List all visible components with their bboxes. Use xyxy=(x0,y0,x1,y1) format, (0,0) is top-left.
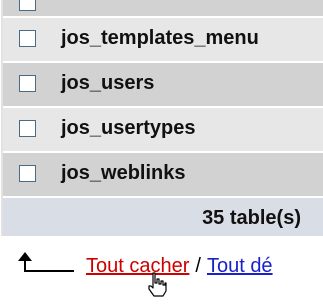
table-row-partial: jos_templates_p xyxy=(3,0,323,18)
show-all-link[interactable]: Tout dé xyxy=(207,255,273,277)
table-checkbox[interactable] xyxy=(19,120,36,137)
table-row: jos_users xyxy=(3,63,323,108)
table-checkbox[interactable] xyxy=(19,30,36,47)
link-separator: / xyxy=(195,255,201,277)
table-row: jos_weblinks xyxy=(3,153,323,198)
hide-all-link[interactable]: Tout cacher xyxy=(86,255,189,277)
table-checkbox[interactable] xyxy=(19,165,36,182)
table-list-panel: jos_templates_p jos_templates_menu jos_u… xyxy=(0,0,323,305)
table-row: jos_usertypes xyxy=(3,108,323,153)
table-checkbox[interactable] xyxy=(19,0,36,11)
table-checkbox[interactable] xyxy=(19,75,36,92)
table-row: jos_templates_menu xyxy=(3,18,323,63)
table-name: jos_templates_p xyxy=(61,0,218,1)
table-name: jos_templates_menu xyxy=(61,27,259,49)
tables-table: jos_templates_p jos_templates_menu jos_u… xyxy=(3,0,323,239)
table-count: 35 table(s) xyxy=(202,207,301,229)
table-name: jos_usertypes xyxy=(61,117,196,139)
bulk-actions: Tout cacher / Tout dé xyxy=(0,236,323,305)
table-name: jos_weblinks xyxy=(61,162,186,184)
table-name: jos_users xyxy=(61,72,155,94)
table-summary-row: 35 table(s) xyxy=(3,198,323,239)
hand-cursor-icon xyxy=(148,272,167,297)
return-arrow-icon xyxy=(18,252,74,272)
bulk-links: Tout cacher / Tout dé xyxy=(86,255,273,278)
